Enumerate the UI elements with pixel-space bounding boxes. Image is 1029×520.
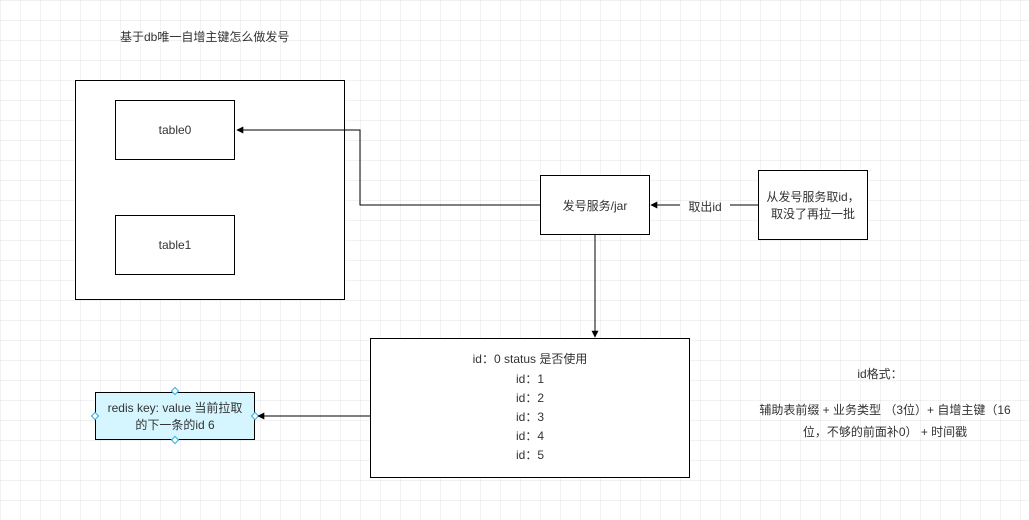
edge-service-to-table0 (237, 130, 540, 205)
edges-layer (0, 0, 1029, 520)
